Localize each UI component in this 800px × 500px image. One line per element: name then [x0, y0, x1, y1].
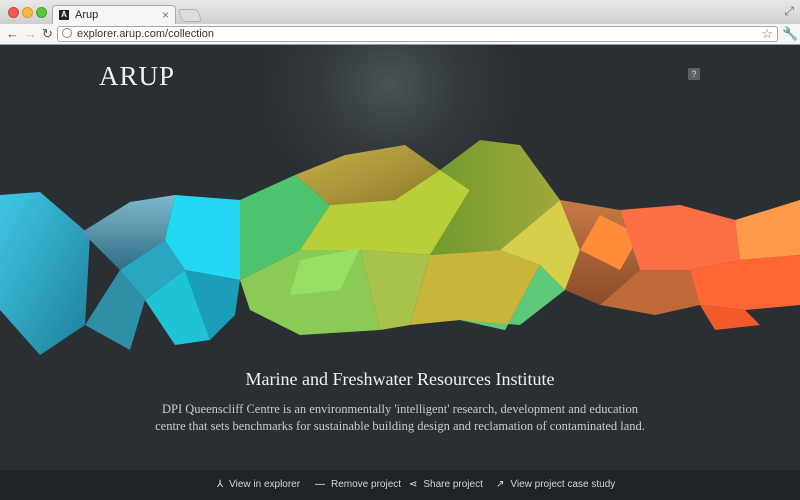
fullscreen-icon[interactable]: ⤢	[784, 4, 794, 19]
window-maximize-button[interactable]	[36, 7, 47, 18]
new-tab-button[interactable]	[177, 9, 203, 22]
ribbon-facet	[0, 192, 90, 355]
project-title: Marine and Freshwater Resources Institut…	[245, 369, 555, 389]
address-bar[interactable]: explorer.arup.com/collection ☆	[57, 26, 778, 42]
bookmark-star-icon[interactable]: ☆	[761, 26, 773, 42]
globe-icon	[62, 28, 72, 38]
wrench-menu-icon[interactable]: 🔧	[782, 26, 798, 42]
project-description: DPI Queenscliff Centre is an environment…	[155, 402, 645, 433]
reload-icon[interactable]: ↻	[42, 26, 53, 42]
view-case-study-button[interactable]: ↗ View project case study	[496, 479, 615, 490]
share-project-button[interactable]: ⋖ Share project	[409, 479, 483, 490]
forward-arrow-icon[interactable]: →	[24, 26, 37, 42]
window-close-button[interactable]	[8, 7, 19, 18]
page-content: ARUP ? Marine and Freshwater Resources I…	[0, 45, 800, 500]
project-action-bar: ⅄ View in explorer — Remove project ⋖ Share…	[0, 470, 800, 500]
window-minimize-button[interactable]	[22, 7, 33, 18]
ribbon-facet	[620, 205, 740, 270]
minus-icon: —	[315, 479, 325, 490]
view-in-explorer-label: View in explorer	[229, 479, 301, 490]
ribbon-facet	[735, 200, 800, 260]
view-case-study-label: View project case study	[510, 479, 616, 490]
arrow-up-right-icon: ↗	[496, 479, 505, 490]
back-arrow-icon[interactable]: ←	[6, 26, 19, 42]
url-text[interactable]: explorer.arup.com/collection	[77, 28, 214, 41]
arup-logo[interactable]: ARUP	[99, 61, 175, 92]
arup-favicon-icon: A	[59, 10, 69, 20]
help-button[interactable]: ?	[688, 68, 700, 80]
share-icon: ⋖	[409, 479, 418, 490]
project-collection-ribbon[interactable]	[0, 140, 800, 365]
remove-project-button[interactable]: — Remove project	[315, 479, 401, 490]
view-in-explorer-button[interactable]: ⅄ View in explorer	[217, 479, 300, 490]
tab-title: Arup	[75, 9, 99, 21]
remove-project-label: Remove project	[331, 479, 402, 490]
browser-titlebar: A Arup × ⤢	[0, 0, 800, 25]
browser-toolbar: ← → ↻ explorer.arup.com/collection ☆ 🔧	[0, 24, 800, 45]
browser-tab[interactable]: A Arup ×	[52, 5, 176, 25]
tab-close-icon[interactable]: ×	[162, 8, 169, 22]
explorer-icon: ⅄	[217, 479, 224, 490]
share-project-label: Share project	[423, 479, 483, 490]
